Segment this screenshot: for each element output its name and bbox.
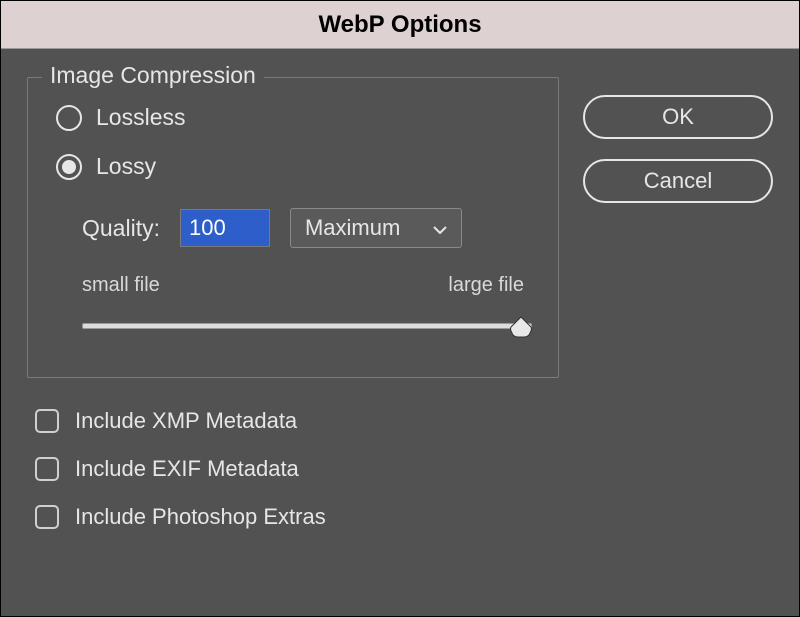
right-column: OK Cancel xyxy=(583,77,773,588)
quality-input[interactable] xyxy=(180,209,270,247)
quality-label: Quality: xyxy=(82,215,160,242)
checkbox-xmp[interactable] xyxy=(35,409,59,433)
dialog-title: WebP Options xyxy=(318,11,481,39)
slider-labels: small file large file xyxy=(82,274,532,297)
radio-lossless-row[interactable]: Lossless xyxy=(56,96,532,139)
radio-lossy-row[interactable]: Lossy xyxy=(56,145,532,188)
quality-preset-dropdown[interactable]: Maximum xyxy=(290,208,462,248)
checkbox-xmp-label: Include XMP Metadata xyxy=(75,408,297,434)
radio-lossless[interactable] xyxy=(56,105,82,131)
quality-preset-label: Maximum xyxy=(305,215,400,241)
quality-row: Quality: Maximum xyxy=(82,208,532,248)
titlebar: WebP Options xyxy=(1,1,799,49)
chevron-down-icon xyxy=(433,215,447,241)
radio-lossless-label: Lossless xyxy=(96,104,185,131)
slider-track[interactable] xyxy=(82,323,532,329)
slider-min-label: small file xyxy=(82,274,160,297)
checkbox-ps-extras[interactable] xyxy=(35,505,59,529)
radio-lossy-label: Lossy xyxy=(96,153,156,180)
image-compression-fieldset: Image Compression Lossless Lossy Quality… xyxy=(27,77,559,378)
ok-button[interactable]: OK xyxy=(583,95,773,139)
checkbox-exif[interactable] xyxy=(35,457,59,481)
radio-lossy[interactable] xyxy=(56,154,82,180)
checkbox-xmp-row[interactable]: Include XMP Metadata xyxy=(35,408,559,434)
cancel-button[interactable]: Cancel xyxy=(583,159,773,203)
content: Image Compression Lossless Lossy Quality… xyxy=(1,49,799,616)
slider-max-label: large file xyxy=(448,274,524,297)
checkboxes-group: Include XMP Metadata Include EXIF Metada… xyxy=(35,408,559,530)
slider-thumb[interactable] xyxy=(508,315,534,339)
webp-options-dialog: WebP Options Image Compression Lossless … xyxy=(0,0,800,617)
fieldset-legend: Image Compression xyxy=(42,62,264,89)
quality-slider[interactable] xyxy=(82,319,532,349)
checkbox-ps-extras-label: Include Photoshop Extras xyxy=(75,504,326,530)
checkbox-ps-extras-row[interactable]: Include Photoshop Extras xyxy=(35,504,559,530)
left-column: Image Compression Lossless Lossy Quality… xyxy=(27,77,559,588)
checkbox-exif-row[interactable]: Include EXIF Metadata xyxy=(35,456,559,482)
checkbox-exif-label: Include EXIF Metadata xyxy=(75,456,299,482)
